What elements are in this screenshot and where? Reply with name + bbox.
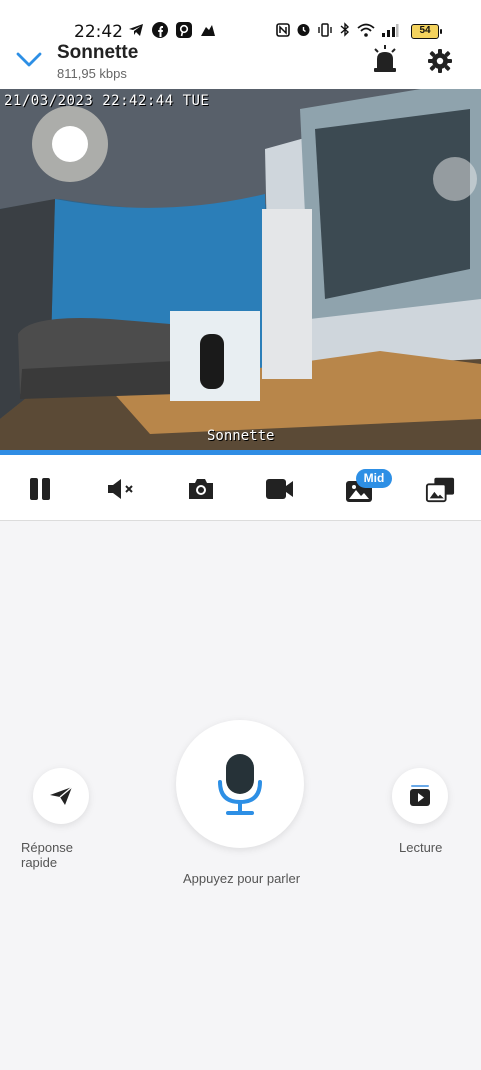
quick-reply-button[interactable]: [33, 768, 89, 824]
battery-indicator: 54: [411, 24, 442, 39]
settings-button[interactable]: [427, 48, 453, 79]
telegram-icon: [129, 24, 143, 36]
alarm-icon: [297, 24, 310, 36]
live-video[interactable]: 21/03/2023 22:42:44 TUE Sonnette: [0, 89, 481, 452]
send-icon: [50, 786, 73, 805]
push-to-talk-label: Appuyez pour parler: [183, 871, 301, 886]
sports-icon: [201, 25, 215, 36]
microphone-icon: [218, 754, 262, 815]
playback-icon: [410, 785, 430, 806]
device-title: Sonnette: [57, 42, 139, 63]
facebook-icon: [152, 22, 168, 38]
snapshot-icon: [189, 479, 213, 499]
pause-icon: [30, 478, 50, 500]
push-to-talk-button[interactable]: [176, 720, 304, 848]
wifi-icon: [357, 23, 375, 37]
status-left-icons: [128, 22, 216, 38]
chevron-down-icon: [16, 52, 42, 67]
mute-icon: [108, 479, 133, 499]
signal-icon: [382, 23, 399, 37]
gear-icon: [428, 49, 452, 73]
quality-badge: Mid: [356, 469, 392, 488]
pause-button[interactable]: [25, 475, 55, 503]
camera-scene: [0, 89, 481, 452]
status-time: 22:42: [74, 22, 123, 42]
quick-reply-label: Réponse rapide: [21, 840, 74, 870]
snapshot-button[interactable]: [186, 475, 216, 503]
record-icon: [266, 479, 293, 499]
record-button[interactable]: [265, 475, 295, 503]
gallery-icon: [425, 477, 455, 503]
video-camera-name: Sonnette: [207, 428, 275, 444]
siren-icon: [374, 45, 396, 72]
mute-button[interactable]: [106, 475, 136, 503]
video-timestamp: 21/03/2023 22:42:44 TUE: [4, 93, 210, 109]
bitrate-label: 811,95 kbps: [57, 66, 127, 81]
pinterest-icon: [176, 22, 192, 38]
app-header: 22:42 54 Sonnette 811,95 kbps: [0, 0, 481, 89]
bluetooth-icon: [340, 22, 350, 37]
playback-label: Lecture: [399, 840, 443, 855]
nfc-icon: [276, 22, 290, 37]
vibrate-icon: [318, 22, 332, 37]
back-button[interactable]: [16, 52, 42, 73]
siren-button[interactable]: [371, 45, 399, 78]
video-toolbar: [0, 455, 481, 521]
playback-button[interactable]: [392, 768, 448, 824]
gallery-button[interactable]: [425, 475, 455, 503]
